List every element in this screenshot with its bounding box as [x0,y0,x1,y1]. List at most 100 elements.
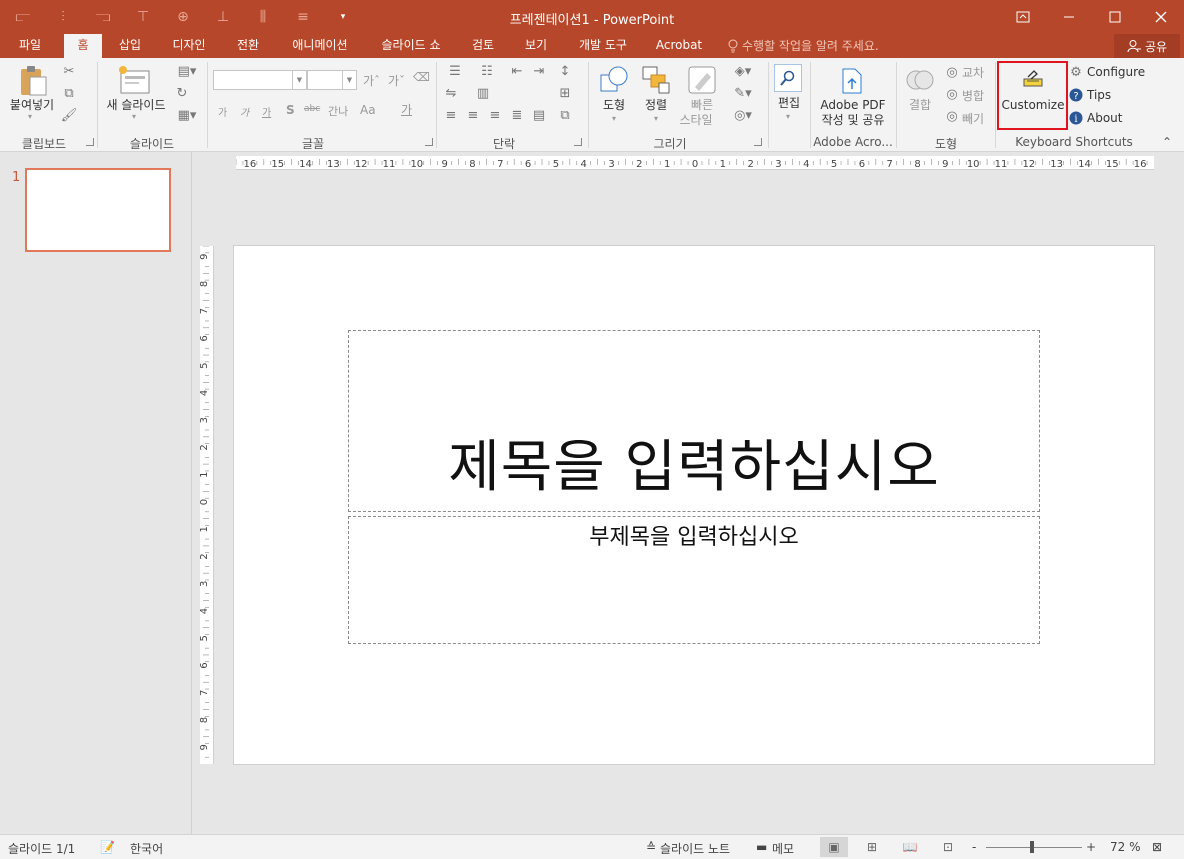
underline-icon[interactable]: 가 [262,104,271,119]
arrange-button[interactable] [640,64,672,96]
gears-icon[interactable]: ⚙ [1068,64,1084,80]
shape-outline-icon[interactable]: ✎▾ [728,84,758,102]
language-label[interactable]: 한국어 [130,840,163,857]
subtract-label[interactable]: 빼기 [962,110,984,127]
italic-icon[interactable]: 가 [240,104,249,119]
zoom-in-button[interactable]: + [1086,840,1096,854]
configure-label[interactable]: Configure [1087,65,1145,79]
clear-formatting-icon[interactable]: ⌫ [413,70,430,84]
find-icon[interactable] [774,64,802,92]
shape-effects-icon[interactable]: ◎▾ [728,106,758,124]
about-label[interactable]: About [1087,111,1122,125]
clipboard-launcher-icon[interactable] [86,138,94,146]
notes-button[interactable]: 슬라이드 노트 [660,840,730,857]
reading-view-icon[interactable]: 📖 [896,837,924,857]
tab-developer[interactable]: 개발 도구 [568,34,638,58]
distribute-horizontal-icon[interactable]: ⫼ [248,6,278,28]
character-spacing-icon[interactable]: 간나 [328,103,348,119]
shapes-dropdown-icon[interactable]: ▾ [612,114,616,123]
slideshow-view-icon[interactable]: ⊡ [934,837,962,857]
align-bottom-icon[interactable]: ⊥ [208,6,238,28]
tell-me-box[interactable]: 수행할 작업을 알려 주세요. [728,37,879,54]
comments-button[interactable]: 메모 [772,840,794,857]
align-left-icon[interactable]: ⫍ [8,6,38,28]
distributed-icon[interactable]: ▤ [530,106,548,124]
subtitle-placeholder[interactable]: 부제목을 입력하십시오 [348,516,1040,644]
align-top-icon[interactable]: ⊤ [128,6,158,28]
slide-thumbnail[interactable] [25,168,171,252]
decrease-indent-icon[interactable]: ⇤ [508,62,526,80]
zoom-out-button[interactable]: - [972,840,976,854]
align-left-text-icon[interactable]: ≡ [442,106,460,124]
zoom-slider-track[interactable] [986,847,1082,848]
minimize-button[interactable] [1046,0,1092,34]
collapse-ribbon-icon[interactable]: ⌃ [1162,135,1172,149]
title-placeholder[interactable]: 제목을 입력하십시오 [348,330,1040,512]
share-button[interactable]: 공유 [1114,34,1180,58]
align-center-icon[interactable]: ⫶ [48,6,78,28]
adobe-pdf-button[interactable] [838,66,866,96]
info-icon[interactable]: i [1068,110,1084,126]
copy-icon[interactable]: ⧉ [60,84,78,102]
strikethrough-icon[interactable]: abc [304,104,320,114]
increase-indent-icon[interactable]: ⇥ [530,62,548,80]
layout-icon[interactable]: ▤▾ [172,62,202,80]
tab-file[interactable]: 파일 [8,34,52,58]
maximize-button[interactable] [1092,0,1138,34]
columns-icon[interactable]: ▥ [474,84,492,102]
ribbon-display-button[interactable] [1000,0,1046,34]
smartart-icon[interactable]: ⧉ [552,106,578,124]
grow-font-icon[interactable]: 가ˆ [363,72,380,89]
arrange-dropdown-icon[interactable]: ▾ [654,114,658,123]
font-launcher-icon[interactable] [425,138,433,146]
tab-slideshow[interactable]: 슬라이드 쇼 [370,34,452,58]
paragraph-launcher-icon[interactable] [574,138,582,146]
merge-shapes-button[interactable] [904,64,936,96]
intersect-icon[interactable]: ◎ [944,64,960,80]
paste-dropdown-icon[interactable]: ▾ [28,112,32,121]
normal-view-icon[interactable]: ▣ [820,837,848,857]
comments-icon[interactable]: ▬ [756,840,767,854]
align-middle-icon[interactable]: ⊕ [168,6,198,28]
font-size-dropdown-icon[interactable]: ▼ [342,71,356,89]
font-color-icon[interactable]: 가 [401,101,412,118]
tab-design[interactable]: 디자인 [162,34,216,58]
new-slide-dropdown-icon[interactable]: ▾ [132,112,136,121]
font-name-box[interactable]: ▼ [213,70,307,90]
line-spacing-icon[interactable]: ↕ [552,62,578,80]
bold-icon[interactable]: 가 [218,104,227,119]
align-right-icon[interactable]: ⫎ [88,6,118,28]
editing-dropdown-icon[interactable]: ▾ [786,112,790,121]
zoom-slider-thumb[interactable] [1030,841,1034,853]
spelling-icon[interactable]: 📝 [100,840,115,854]
combine-label[interactable]: 병합 [962,87,984,104]
tips-label[interactable]: Tips [1087,88,1111,102]
shapes-button[interactable] [598,64,630,96]
zoom-level[interactable]: 72 % [1110,840,1141,854]
tab-acrobat[interactable]: Acrobat [648,34,710,58]
intersect-label[interactable]: 교차 [962,64,984,81]
tab-home[interactable]: 홈 [64,34,102,58]
cut-icon[interactable]: ✂ [60,62,78,80]
notes-icon[interactable]: ≙ [646,840,656,854]
text-direction-icon[interactable]: ⇋ [442,84,460,102]
fit-to-window-icon[interactable]: ⊠ [1152,840,1162,854]
combine-icon[interactable]: ◎ [944,86,960,102]
tab-animations[interactable]: 애니메이션 [280,34,360,58]
bullets-icon[interactable]: ☰ [442,62,468,80]
tab-view[interactable]: 보기 [514,34,558,58]
justify-icon[interactable]: ≣ [508,106,526,124]
drawing-launcher-icon[interactable] [754,138,762,146]
font-size-box[interactable]: ▼ [307,70,357,90]
editing-label[interactable]: 편집 [770,96,808,111]
numbering-icon[interactable]: ☷ [474,62,500,80]
new-slide-button[interactable] [116,64,152,96]
center-text-icon[interactable]: ≡ [464,106,482,124]
change-case-icon[interactable]: Aa [360,103,376,117]
customize-qat-icon[interactable]: ▾ [328,6,358,28]
paste-button[interactable] [16,64,50,98]
tab-review[interactable]: 검토 [462,34,504,58]
tab-transitions[interactable]: 전환 [226,34,270,58]
align-right-text-icon[interactable]: ≡ [486,106,504,124]
shrink-font-icon[interactable]: 가ˇ [388,72,405,89]
